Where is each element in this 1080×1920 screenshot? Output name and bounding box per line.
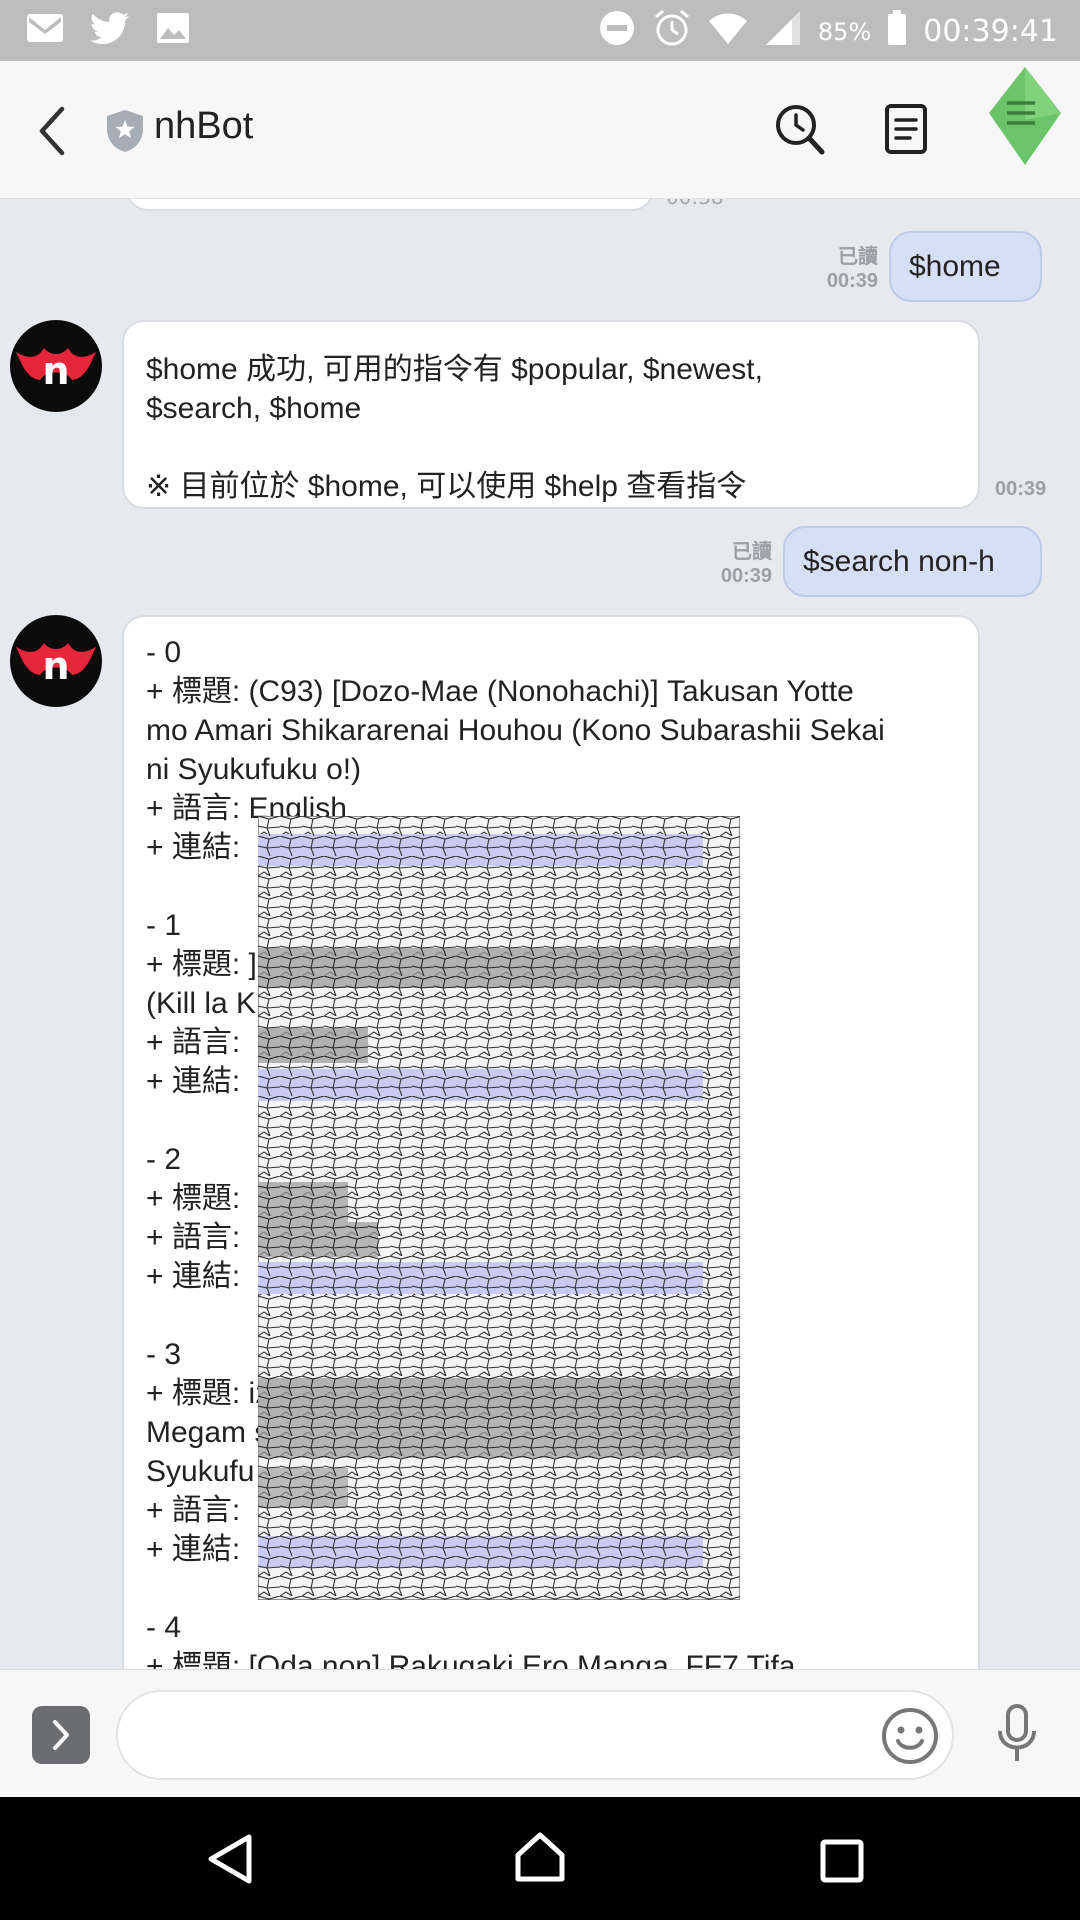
- nav-recent-button[interactable]: [820, 1839, 864, 1887]
- menu-icon: [989, 67, 1061, 165]
- chat-title: nhBot: [154, 105, 254, 147]
- status-clock: 00:39:41: [923, 14, 1058, 49]
- nav-home-button[interactable]: [514, 1831, 566, 1887]
- search-history-button[interactable]: [774, 103, 826, 161]
- gmail-icon: [26, 13, 64, 47]
- chat-messages[interactable]: 00:38 已讀 00:39 $home n $home 成功, 可用的指令有 …: [0, 199, 1080, 1669]
- svg-text:n: n: [42, 349, 69, 393]
- emoji-button[interactable]: [880, 1706, 940, 1770]
- received-message-bubble[interactable]: $home 成功, 可用的指令有 $popular, $newest, $sea…: [122, 320, 980, 509]
- previous-message-bubble: [126, 199, 654, 211]
- message-input-bar: [0, 1669, 1080, 1797]
- result-line: mo Amari Shikararenai Houhou (Kono Subar…: [146, 714, 885, 747]
- message-time: 00:39: [995, 478, 1047, 500]
- status-bar: 85% 00:39:41: [0, 0, 1080, 61]
- bat-logo-icon: n: [16, 643, 96, 688]
- bot-avatar[interactable]: n: [10, 320, 102, 412]
- system-nav-bar: [0, 1797, 1080, 1920]
- message-input[interactable]: [116, 1690, 954, 1780]
- previous-message-time: 00:38: [666, 199, 724, 209]
- nav-back-icon: [208, 1834, 252, 1884]
- read-label: 已讀: [732, 541, 772, 563]
- message-text: $search non-h: [803, 544, 995, 578]
- sent-message-meta: 已讀 00:39: [700, 540, 772, 588]
- message-time: 00:39: [720, 565, 772, 587]
- microphone-button[interactable]: [995, 1703, 1039, 1769]
- message-text: $home: [909, 249, 1001, 283]
- bat-logo-icon: n: [16, 348, 96, 393]
- nav-home-icon: [515, 1832, 565, 1882]
- result-line: ni Syukufuku o!): [146, 753, 362, 786]
- menu-button[interactable]: [985, 65, 1065, 203]
- nav-recent-icon: [820, 1839, 864, 1883]
- wifi-icon: [708, 11, 748, 52]
- twitter-icon: [90, 12, 130, 48]
- sent-message-meta: 已讀 00:39: [806, 245, 878, 293]
- result-line: - 0: [146, 636, 182, 669]
- svg-text:n: n: [42, 644, 69, 688]
- result-line: - 4: [146, 1611, 182, 1644]
- notes-icon: [885, 104, 927, 154]
- notes-button[interactable]: [884, 103, 928, 159]
- message-time: 00:39: [826, 270, 878, 292]
- back-button[interactable]: [30, 103, 80, 159]
- do-not-disturb-icon: [598, 9, 636, 54]
- bot-avatar[interactable]: n: [10, 615, 102, 707]
- signal-icon: [764, 10, 802, 53]
- microphone-icon: [998, 1704, 1036, 1761]
- battery-percent: 85%: [817, 17, 872, 46]
- shield-icon: [106, 109, 144, 157]
- sent-message-bubble[interactable]: $home: [889, 231, 1042, 302]
- emoji-icon: [882, 1708, 938, 1764]
- alarm-icon: [652, 8, 692, 55]
- result-line: + 標題: [Oda non] Rakugaki Ero Manga, FF7 …: [146, 1650, 796, 1669]
- battery-icon: [887, 10, 907, 53]
- mosaic-redaction: [258, 816, 740, 1600]
- back-arrow-icon: [39, 106, 65, 156]
- sent-message-bubble[interactable]: $search non-h: [783, 526, 1042, 597]
- chevron-right-icon: [53, 1720, 69, 1750]
- read-label: 已讀: [838, 246, 878, 268]
- gallery-icon: [156, 12, 190, 48]
- nav-back-button[interactable]: [205, 1833, 253, 1889]
- chat-header: nhBot: [0, 61, 1080, 199]
- result-line: + 標題: (C93) [Dozo-Mae (Nonohachi)] Takus…: [146, 675, 854, 708]
- expand-button[interactable]: [32, 1706, 90, 1764]
- search-history-icon: [776, 105, 825, 155]
